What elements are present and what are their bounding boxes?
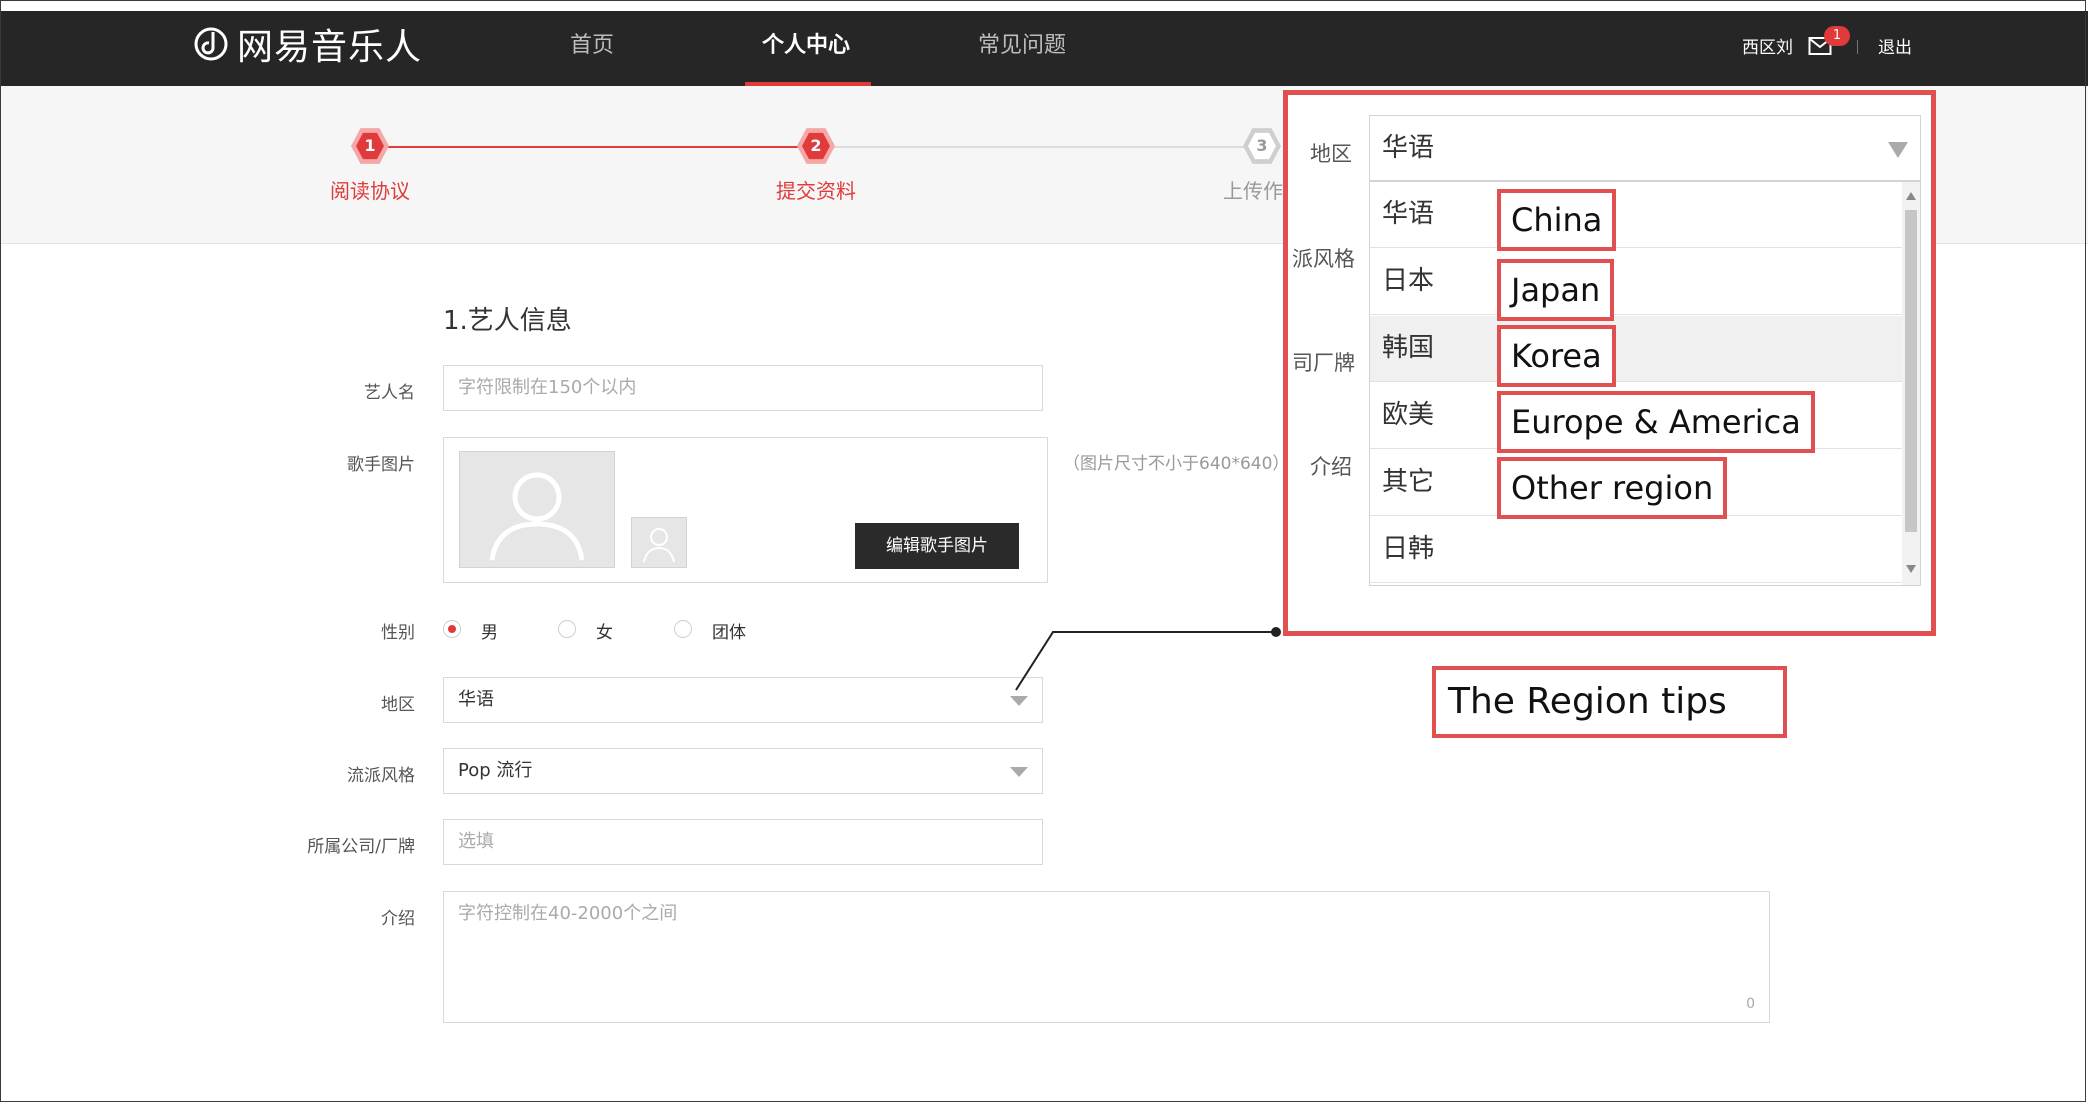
list-scrollbar[interactable] — [1902, 182, 1920, 585]
edit-photo-button[interactable]: 编辑歌手图片 — [855, 523, 1019, 569]
genre-label: 流派风格 — [347, 766, 415, 786]
translation-other-region: Other region — [1497, 457, 1728, 519]
nav-home[interactable]: 首页 — [570, 11, 614, 86]
chevron-down-icon — [1010, 767, 1028, 777]
scroll-down-icon[interactable] — [1906, 565, 1916, 573]
mail-badge: 1 — [1824, 26, 1850, 46]
photo-label: 歌手图片 — [347, 455, 415, 475]
artist-name-input[interactable]: 字符限制在150个以内 — [443, 365, 1043, 411]
callout-label-intro: 介绍 — [1310, 455, 1352, 479]
gender-radio-female[interactable] — [558, 620, 576, 638]
logout-link[interactable]: 退出 — [1878, 33, 1912, 58]
translation-europe-america: Europe & America — [1497, 391, 1815, 453]
step-progress-pending — [816, 146, 1262, 148]
step-2-label: 提交资料 — [776, 179, 856, 203]
top-strip — [0, 0, 2088, 11]
gender-male-label[interactable]: 男 — [481, 618, 498, 643]
step-1-label: 阅读协议 — [330, 179, 410, 203]
photo-upload-area: 编辑歌手图片 — [443, 437, 1048, 583]
company-input[interactable]: 选填 — [443, 819, 1043, 865]
intro-label: 介绍 — [381, 909, 415, 929]
nav-personal-center[interactable]: 个人中心 — [762, 11, 850, 86]
intro-textarea[interactable]: 字符控制在40-2000个之间 0 — [443, 891, 1770, 1023]
callout-label-company: 司厂牌 — [1292, 351, 1355, 375]
music-note-icon — [194, 27, 228, 61]
gender-label: 性别 — [381, 623, 415, 643]
gender-radio-group[interactable] — [674, 620, 692, 638]
chevron-down-icon — [1010, 696, 1028, 706]
char-counter: 0 — [1746, 996, 1755, 1012]
avatar-large-placeholder — [459, 451, 615, 568]
region-label: 地区 — [381, 695, 415, 715]
region-tips-caption: The Region tips — [1432, 666, 1787, 738]
avatar-small-placeholder — [631, 517, 687, 568]
nav-faq[interactable]: 常见问题 — [978, 11, 1066, 86]
chevron-down-icon — [1888, 142, 1908, 158]
region-option[interactable]: 日韩 — [1370, 517, 1902, 583]
header-separator — [1857, 40, 1858, 54]
translation-china: China — [1497, 189, 1617, 251]
scroll-up-icon[interactable] — [1906, 192, 1916, 200]
region-dropdown-callout: 地区 派风格 司厂牌 介绍 华语 华语 日本 韩国 欧美 其它 日韩 China… — [1283, 90, 1936, 636]
photo-size-hint: （图片尺寸不小于640*640） — [1063, 454, 1290, 474]
company-label: 所属公司/厂牌 — [307, 837, 415, 857]
step-3-label: 上传作 — [1223, 179, 1283, 203]
region-option[interactable]: 华语 — [1370, 182, 1902, 248]
user-icon — [489, 472, 585, 561]
callout-region-select[interactable]: 华语 — [1369, 115, 1921, 181]
logo[interactable]: 网易音乐人 — [193, 22, 422, 68]
callout-label-region: 地区 — [1310, 142, 1352, 166]
region-option[interactable]: 日本 — [1370, 249, 1902, 315]
genre-select[interactable]: Pop 流行 — [443, 748, 1043, 794]
gender-female-label[interactable]: 女 — [596, 618, 613, 643]
region-options-list: 华语 日本 韩国 欧美 其它 日韩 — [1369, 181, 1921, 586]
step-progress-done — [370, 146, 816, 148]
translation-japan: Japan — [1497, 259, 1615, 321]
gender-group-label[interactable]: 团体 — [712, 618, 746, 643]
scroll-thumb[interactable] — [1905, 210, 1917, 532]
region-select[interactable]: 华语 — [443, 677, 1043, 723]
region-option-hovered[interactable]: 韩国 — [1370, 316, 1902, 382]
section-title: 1.艺人信息 — [443, 306, 572, 336]
user-name[interactable]: 西区刘 — [1742, 33, 1793, 58]
artist-name-label: 艺人名 — [364, 383, 415, 403]
callout-label-genre: 派风格 — [1292, 247, 1355, 271]
gender-radio-male[interactable] — [443, 620, 461, 638]
user-small-icon — [643, 528, 675, 563]
logo-text: 网易音乐人 — [237, 27, 423, 68]
translation-korea: Korea — [1497, 325, 1616, 387]
